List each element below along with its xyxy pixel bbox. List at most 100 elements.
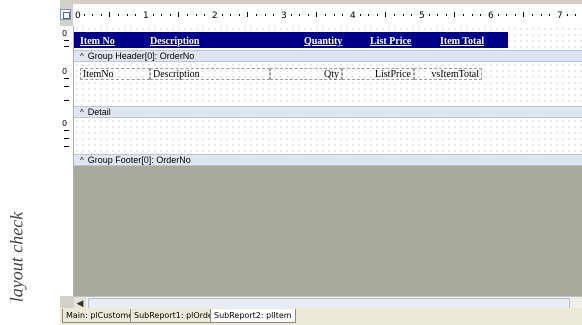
ruler-tick [230,14,232,16]
caret-up-icon[interactable]: ^ [80,108,84,117]
header-quantity[interactable]: Quantity [304,36,342,47]
ruler-tick [523,12,525,17]
field-listprice[interactable]: ListPrice [342,68,414,80]
ruler-tick [195,14,197,16]
ruler-tick [247,12,249,17]
tab-subreport1-plorder[interactable]: SubReport1: plOrder [130,309,221,323]
ruler-tick [540,14,542,16]
ruler-tick [532,14,533,16]
ruler-tick [463,14,464,16]
ruler-tick [204,14,206,16]
empty-area [74,166,582,296]
ruler-tick [299,14,301,16]
ruler-tick [497,14,499,16]
ruler-tick [385,12,387,17]
ruler-tick [316,12,318,17]
ruler-mark: 2 [212,11,218,21]
group-footer-label: Group Footer[0]: OrderNo [87,155,191,165]
ruler-tick [238,14,240,16]
tab-main-plcustomer[interactable]: Main: plCustomer [62,309,141,323]
ruler-tick [109,12,111,17]
ruler-tick [368,14,370,16]
field-description[interactable]: Description [150,68,270,80]
ruler-tick [376,14,378,16]
ruler-tick [566,14,568,16]
ruler-tick [333,14,335,16]
ruler-tick [394,14,395,16]
ruler-tick [135,14,137,16]
field-itemno[interactable]: ItemNo [80,68,150,80]
field-vsitemtotal[interactable]: vsItemTotal [414,68,482,80]
ruler-tick [100,14,102,16]
header-description[interactable]: Description [150,36,199,47]
group-header-label: Group Header[0]: OrderNo [87,51,195,61]
ruler-tick [161,14,163,16]
ruler-mark: 5 [419,11,425,21]
ruler-tick [290,14,292,16]
vertical-ruler: 0 0 0 [60,26,74,296]
field-qty[interactable]: Qty [270,68,342,80]
vruler-tick [64,40,69,41]
ruler-tick [471,14,473,16]
header-list-price[interactable]: List Price [370,36,411,47]
caret-up-icon[interactable]: ^ [80,156,84,165]
vruler-tick [64,78,69,79]
ruler-tick [575,14,577,16]
ruler-tick [402,14,404,16]
ruler-tick [445,14,447,16]
ruler-tick [118,14,119,16]
ruler-tick [549,14,551,16]
ruler-tick [454,12,456,17]
ruler-mark: 3 [281,11,287,21]
ruler-tick [411,14,413,16]
detail-band[interactable]: ^ Detail [74,106,582,118]
ruler-tick [152,14,154,16]
group-footer-band[interactable]: ^ Group Footer[0]: OrderNo [74,154,582,166]
ruler-tick [256,14,257,16]
ruler-tick [83,14,85,16]
ruler-tick [126,14,128,16]
ruler-mark: 1 [143,11,149,21]
side-caption-text: layout check [6,211,27,303]
vruler-tick [64,138,69,139]
ruler-mark: 0 [75,11,81,21]
ruler-tick [325,14,326,16]
vruler-tick [64,100,69,101]
header-item-total[interactable]: Item Total [440,36,484,47]
report-tabs: Main: plCustomer SubReport1: plOrder Sub… [60,308,582,325]
ruler-tick [514,14,516,16]
ruler-mark: 6 [488,11,494,21]
ruler-tick [307,14,309,16]
vruler-mark: 0 [62,119,68,128]
page-header-row[interactable]: Item No Description Quantity List Price … [74,32,508,48]
ruler-tick [187,14,188,16]
ruler-tick [264,14,266,16]
ruler-tick [359,14,361,16]
ruler-tick [428,14,430,16]
horizontal-ruler: 0 1 2 3 4 5 6 7 [73,4,582,27]
ruler-tick [480,14,482,16]
vruler-tick [64,146,69,147]
grid-dots [74,118,582,154]
caret-up-icon[interactable]: ^ [80,52,84,61]
ruler-tick [273,14,275,16]
group-header-band[interactable]: ^ Group Header[0]: OrderNo [74,50,582,62]
ruler-mark: 4 [350,11,356,21]
vruler-mark: 0 [62,29,68,38]
detail-label: Detail [87,107,111,117]
ruler-tick [437,14,439,16]
ruler-mark: 7 [557,11,563,21]
ruler-tick [221,14,223,16]
vruler-tick [64,86,69,87]
vruler-mark: 0 [62,67,68,76]
vruler-tick [64,130,69,131]
ruler-tick [92,14,94,16]
side-caption: layout check [2,192,32,322]
ruler-tick [178,12,180,17]
ruler-tick [506,14,508,16]
ruler-corner-icon[interactable] [60,9,71,20]
tab-subreport2-plitem[interactable]: SubReport2: plItem [210,309,296,323]
ruler-tick [169,14,171,16]
ruler-tick [342,14,344,16]
header-item-no[interactable]: Item No [80,36,115,47]
